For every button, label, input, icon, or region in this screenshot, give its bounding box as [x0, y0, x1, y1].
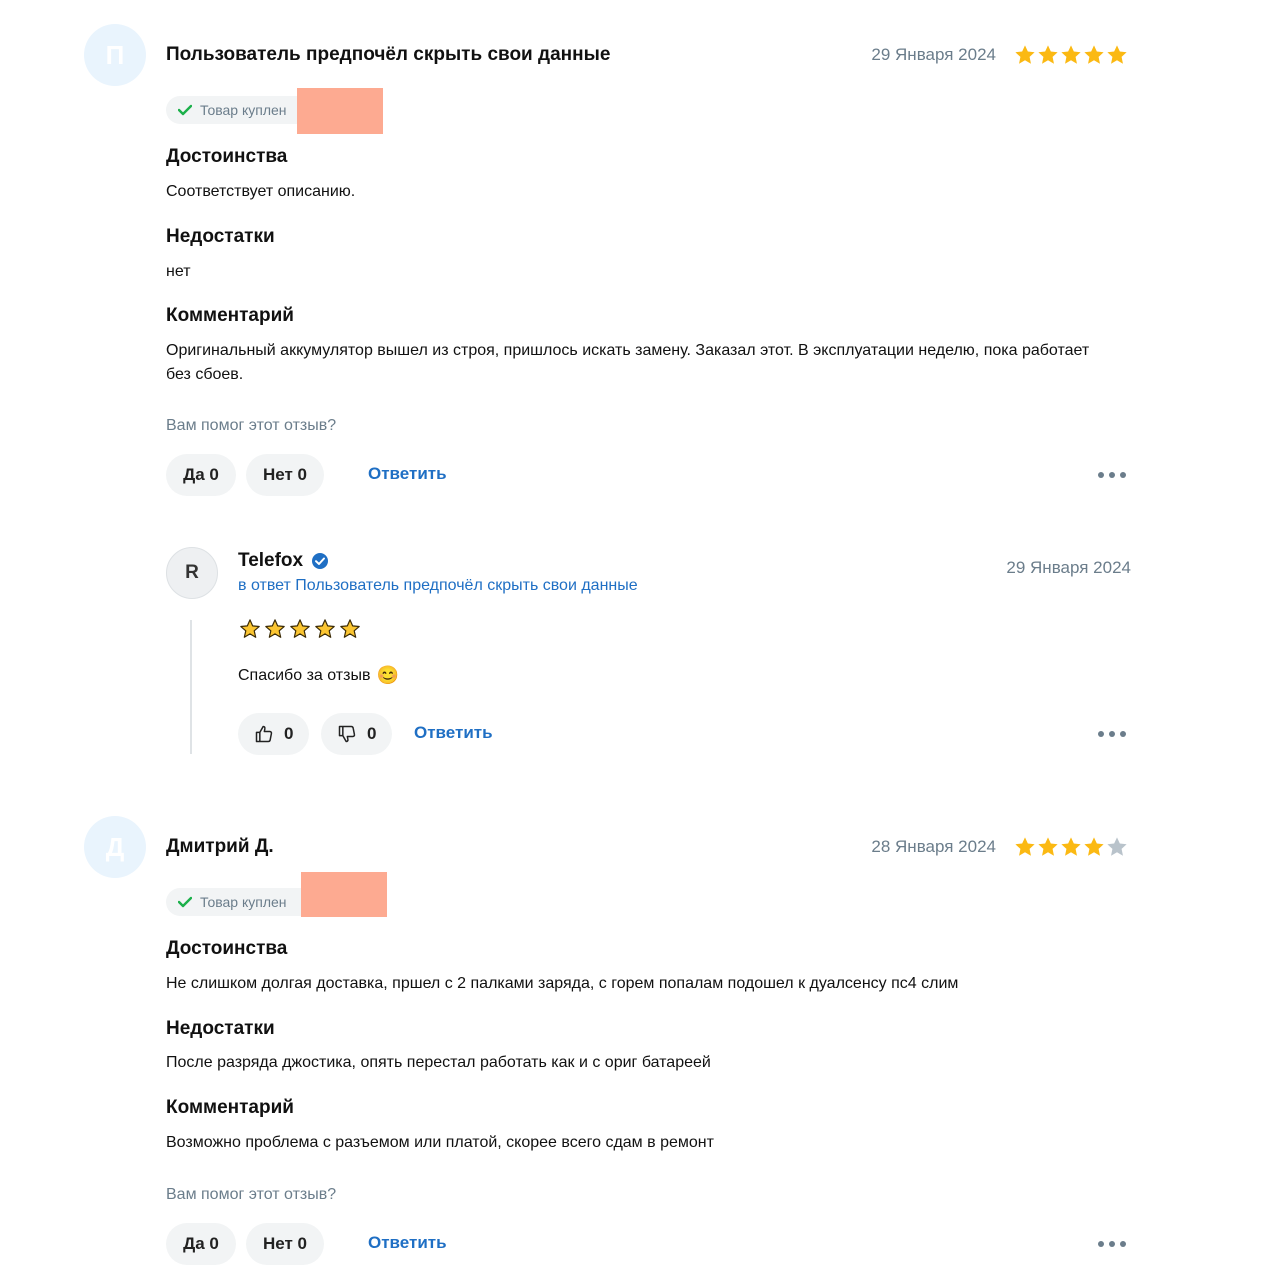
comment-text: Возможно проблема с разъемом или платой,… — [166, 1134, 714, 1151]
star-icon — [1061, 45, 1081, 64]
pros-title: Достоинства — [166, 938, 288, 959]
cons-title: Недостатки — [166, 226, 275, 247]
reply-text-row: Спасибо за отзыв 😊 — [238, 665, 399, 686]
reply-date: 29 Января 2024 — [1006, 558, 1131, 577]
avatar: Д — [84, 816, 146, 878]
rating-stars — [1014, 44, 1128, 66]
star-icon — [1038, 837, 1058, 856]
rating-stars — [1014, 836, 1128, 858]
thumbs-up-icon — [255, 725, 273, 743]
cons-text: После разряда джостика, опять перестал р… — [166, 1054, 711, 1071]
star-icon — [1061, 837, 1081, 856]
seller-name-row: Telefox — [238, 550, 329, 572]
helpful-no-button[interactable]: Нет 0 — [246, 454, 324, 496]
comment-title: Комментарий — [166, 305, 294, 326]
helpful-question: Вам помог этот отзыв? — [166, 1186, 337, 1203]
dislike-button[interactable]: 0 — [321, 713, 393, 755]
review-date: 28 Января 2024 — [871, 837, 996, 856]
review-author: Пользователь предпочёл скрыть свои данны… — [166, 44, 611, 65]
helpful-yes-button[interactable]: Да 0 — [166, 454, 236, 496]
star-icon — [1107, 837, 1127, 856]
purchased-label: Товар куплен — [200, 102, 287, 118]
avatar: П — [84, 24, 146, 86]
purchased-label: Товар куплен — [200, 894, 287, 910]
reply-button[interactable]: Ответить — [414, 723, 493, 743]
comment-title: Комментарий — [166, 1097, 294, 1118]
star-icon — [1084, 45, 1104, 64]
check-icon — [178, 104, 192, 116]
like-button[interactable]: 0 — [238, 713, 310, 755]
star-icon — [240, 619, 260, 638]
thumbs-down-icon — [338, 725, 356, 743]
comment-text: Оригинальный аккумулятор вышел из строя,… — [166, 342, 1090, 383]
pros-text: Не слишком долгая доставка, пршел с 2 па… — [166, 975, 959, 992]
purchased-badge: Товар куплен — [166, 888, 322, 916]
redaction-block — [297, 88, 383, 134]
more-dots-icon[interactable] — [1098, 470, 1126, 480]
star-icon — [1084, 837, 1104, 856]
seller-name: Telefox — [238, 550, 304, 571]
review-date: 29 Января 2024 — [871, 45, 996, 64]
like-count: 0 — [284, 724, 294, 743]
helpful-no-button[interactable]: Нет 0 — [246, 1223, 324, 1265]
redaction-block — [301, 872, 387, 917]
helpful-yes-button[interactable]: Да 0 — [166, 1223, 236, 1265]
star-icon — [290, 619, 310, 638]
dislike-count: 0 — [367, 724, 377, 743]
seller-reply: R Telefox в ответ Пользователь предпочёл… — [0, 520, 1280, 780]
review-card: Д Дмитрий Д. 28 Января 2024 Товар куплен… — [0, 792, 1280, 1280]
more-dots-icon[interactable] — [1098, 1239, 1126, 1249]
reply-rating-stars — [239, 618, 361, 640]
cons-title: Недостатки — [166, 1018, 275, 1039]
smile-emoji-icon: 😊 — [376, 665, 399, 685]
reply-thread-line — [190, 620, 192, 754]
review-author: Дмитрий Д. — [166, 836, 274, 857]
star-icon — [315, 619, 335, 638]
star-icon — [265, 619, 285, 638]
check-icon — [178, 896, 192, 908]
star-icon — [1107, 45, 1127, 64]
reply-button[interactable]: Ответить — [368, 1233, 447, 1253]
pros-text: Соответствует описанию. — [166, 183, 356, 200]
review-card: П Пользователь предпочёл скрыть свои дан… — [0, 0, 1280, 510]
reply-to-link[interactable]: в ответ Пользователь предпочёл скрыть св… — [238, 577, 638, 595]
star-icon — [1015, 837, 1035, 856]
reply-text: Спасибо за отзыв — [238, 666, 371, 684]
star-icon — [1015, 45, 1035, 64]
more-dots-icon[interactable] — [1098, 729, 1126, 739]
star-icon — [340, 619, 360, 638]
helpful-question: Вам помог этот отзыв? — [166, 417, 337, 434]
verified-check-icon — [312, 553, 329, 569]
star-icon — [1038, 45, 1058, 64]
pros-title: Достоинства — [166, 146, 288, 167]
reply-button[interactable]: Ответить — [368, 464, 447, 484]
seller-avatar: R — [166, 547, 218, 599]
cons-text: нет — [166, 263, 191, 280]
